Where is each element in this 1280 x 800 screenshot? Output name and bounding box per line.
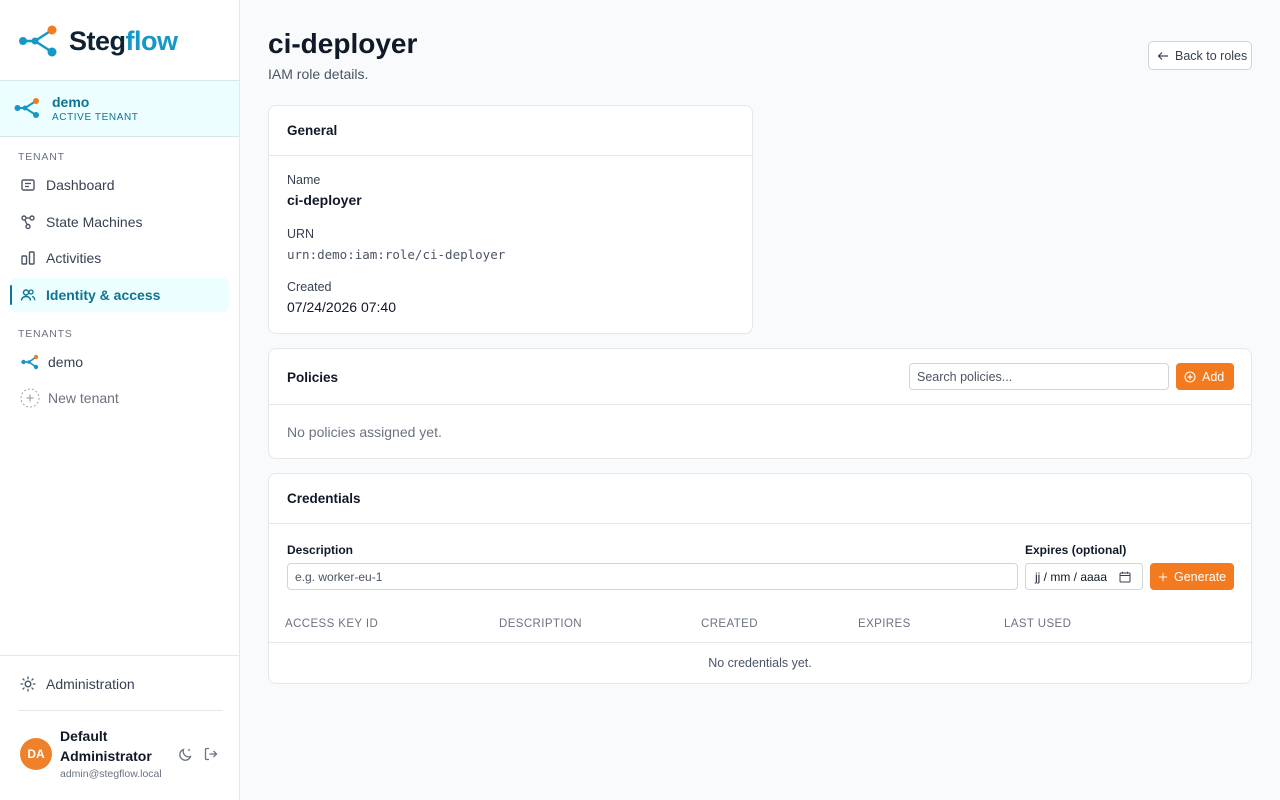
general-card: General Name ci-deployer URN urn:demo:ia… [268,105,753,334]
urn-label: URN [287,227,315,241]
card-header: Policies Add [269,349,1251,405]
page-subtitle: IAM role details. [268,66,369,82]
nav-item-label: Administration [46,676,135,692]
search-policies-input[interactable] [909,363,1169,390]
nav-item-label: Dashboard [46,177,115,193]
column-header-access-key-id: ACCESS KEY ID [285,618,379,630]
policies-card: Policies Add No policies assigned yet. [268,348,1252,459]
card-header: Credentials [269,474,1251,524]
column-header-last-used: LAST USED [1004,618,1072,630]
theme-toggle-button[interactable] [176,744,196,764]
activities-icon [21,251,35,265]
plus-icon [1158,572,1168,581]
expires-date-input[interactable]: jj / mm / aaaa [1025,563,1143,590]
plus-circle-icon [1184,370,1196,383]
users-icon [20,289,36,301]
nav-item-administration[interactable]: Administration [10,667,229,701]
nav-item-activities[interactable]: Activities [10,241,229,275]
column-header-description: DESCRIPTION [499,618,582,630]
credentials-title: Credentials [287,491,361,506]
active-tenant-name: demo [52,94,90,110]
credentials-empty-text: No credentials yet. [708,656,812,670]
tenant-section-label: TENANT [18,151,65,163]
add-policy-button[interactable]: Add [1176,363,1234,390]
active-tenant-selector[interactable]: demo ACTIVE TENANT [0,80,239,137]
new-tenant-label: New tenant [48,390,119,406]
policies-title: Policies [287,370,339,385]
moon-icon [179,748,192,761]
user-name: Default Administrator [60,728,152,764]
sidebar: Stegflow demo ACTIVE TENANT TENANT Dashb… [0,0,240,800]
generate-label: Generate [1174,569,1227,584]
divider [18,710,223,711]
name-label: Name [287,173,321,187]
back-to-roles-label: Back to roles [1175,48,1248,63]
description-input[interactable] [287,563,1018,590]
nav-item-label: State Machines [46,214,143,230]
card-header: General [269,106,752,156]
policies-empty-text: No policies assigned yet. [287,424,442,440]
tenants-section-label: TENANTS [18,328,73,340]
nav-item-label: Activities [46,250,102,266]
app-name: Stegflow [69,25,178,56]
created-label: Created [287,280,332,294]
logout-icon [204,747,218,761]
expires-placeholder: jj / mm / aaaa [1035,569,1108,584]
nav-item-dashboard[interactable]: Dashboard [10,168,229,202]
state-machines-icon [21,215,35,230]
name-value: ci-deployer [287,192,362,208]
tenant-item-label: demo [48,354,84,370]
nav-item-state-machines[interactable]: State Machines [10,205,229,239]
expires-label: Expires (optional) [1025,543,1127,557]
logout-button[interactable] [201,744,221,764]
avatar[interactable]: DA [20,738,52,770]
add-policy-label: Add [1202,369,1225,384]
user-email: admin@stegflow.local [60,768,162,780]
nav-item-label: Identity & access [46,287,161,303]
active-tenant-status: ACTIVE TENANT [52,112,139,123]
credentials-card: Credentials Description Expires (optiona… [268,473,1252,684]
sun-gear-icon [20,676,36,692]
table-divider [269,642,1251,643]
generate-button[interactable]: Generate [1150,563,1234,590]
urn-value: urn:demo:iam:role/ci-deployer [287,247,506,262]
general-title: General [287,123,338,138]
created-value: 07/24/2026 07:40 [287,299,396,315]
page-title: ci-deployer [268,28,418,59]
arrow-left-icon [1157,51,1168,60]
column-header-created: CREATED [701,618,758,630]
tenant-item-demo[interactable]: demo [10,345,229,379]
column-header-expires: EXPIRES [858,618,911,630]
divider [0,655,239,656]
app-logo[interactable]: Stegflow [18,24,178,58]
tenant-network-icon [14,98,39,118]
nav-item-identity-access[interactable]: Identity & access [10,278,229,312]
stegflow-logo-icon [19,25,57,57]
back-to-roles-button[interactable]: Back to roles [1148,41,1252,70]
calendar-icon[interactable] [1119,571,1131,583]
dashboard-icon [21,179,35,191]
description-label: Description [287,543,354,557]
plus-circle-icon [20,388,40,408]
tenant-icon [21,354,39,370]
new-tenant-button[interactable]: New tenant [10,381,229,415]
